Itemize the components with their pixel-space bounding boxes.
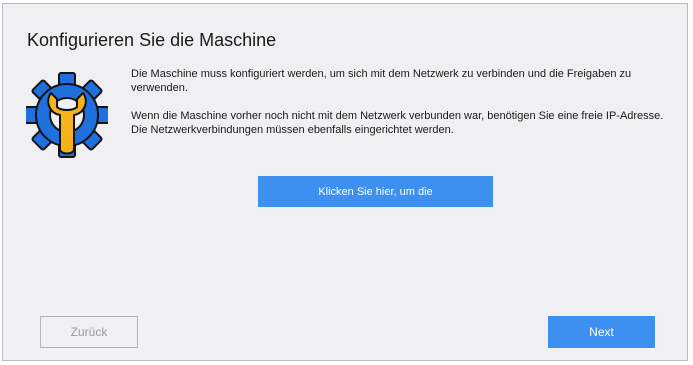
configure-machine-dialog: Konfigurieren Sie die Maschine Die Masch…: [2, 3, 688, 361]
description-text: Die Maschine muss konfiguriert werden, u…: [131, 67, 676, 137]
description-paragraph-2-line-1: Wenn die Maschine vorher noch nicht mit …: [131, 110, 664, 122]
dialog-header: Konfigurieren Sie die Maschine: [3, 4, 687, 64]
next-button[interactable]: Next: [548, 316, 655, 348]
dialog-title: Konfigurieren Sie die Maschine: [27, 30, 277, 50]
configure-network-button[interactable]: Klicken Sie hier, um die: [258, 176, 493, 207]
gear-wrench-icon: [24, 70, 110, 160]
description-paragraph-2-line-2: Die Netzwerkverbindungen müssen ebenfall…: [131, 124, 454, 136]
back-button[interactable]: Zurück: [40, 316, 138, 348]
description-paragraph-1: Die Maschine muss konfiguriert werden, u…: [131, 68, 632, 94]
